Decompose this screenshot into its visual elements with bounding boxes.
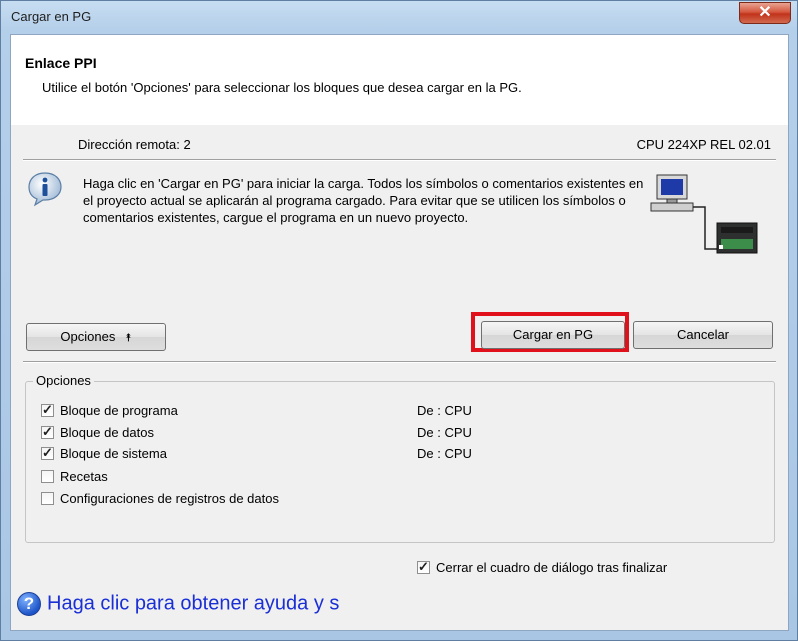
window-title: Cargar en PG [11,9,92,24]
checkmark-icon: ✓ [42,402,53,418]
option-program-block[interactable]: ✓ Bloque de programa [41,402,178,420]
checkbox[interactable] [41,470,54,484]
options-button[interactable]: Opciones ⯭ [26,323,166,351]
close-after-finish-option[interactable]: ✓ Cerrar el cuadro de diálogo tras finali… [417,559,667,575]
option-recipes[interactable]: Recetas [41,468,108,486]
checkbox[interactable]: ✓ [417,559,430,575]
option-source: De : CPU [417,425,472,440]
checkmark-icon: ✓ [42,424,53,440]
checkbox[interactable]: ✓ [41,402,54,418]
checkbox[interactable] [41,492,54,506]
checkmark-icon: ✓ [418,559,429,575]
header-band: Enlace PPI Utilice el botón 'Opciones' p… [11,35,788,125]
help-link[interactable]: ? Haga clic para obtener ayuda y s [17,592,339,616]
dialog-client: Enlace PPI Utilice el botón 'Opciones' p… [10,34,789,631]
pc-plc-network-icon [650,174,758,254]
header-title: Enlace PPI [25,55,97,71]
option-system-block[interactable]: ✓ Bloque de sistema [41,445,167,463]
remote-address: Dirección remota: 2 [78,137,191,152]
close-button[interactable]: ✕ [739,2,791,24]
cpu-version: CPU 224XP REL 02.01 [636,137,771,152]
title-bar[interactable]: Cargar en PG ✕ [1,1,797,31]
close-icon: ✕ [758,4,772,21]
header-subtitle: Utilice el botón 'Opciones' para selecci… [42,80,522,95]
upload-to-pg-button[interactable]: Cargar en PG [481,321,625,349]
option-source: De : CPU [417,446,472,461]
options-group-label: Opciones [33,373,94,388]
cancel-button[interactable]: Cancelar [633,321,773,349]
option-label: Recetas [60,469,108,485]
chevron-up-icon: ⯭ [124,332,132,344]
option-source: De : CPU [417,403,472,418]
dialog-window: Cargar en PG ✕ Enlace PPI Utilice el bot… [0,0,798,641]
help-link-text: Haga clic para obtener ayuda y s [47,592,340,615]
info-icon [28,172,62,207]
checkbox[interactable]: ✓ [41,424,54,440]
help-icon: ? [17,592,41,616]
option-data-logs[interactable]: Configuraciones de registros de datos [41,490,279,508]
option-data-block[interactable]: ✓ Bloque de datos [41,424,154,442]
info-message: Haga clic en 'Cargar en PG' para iniciar… [83,176,644,225]
option-label: Configuraciones de registros de datos [60,491,279,507]
options-button-label: Opciones [60,329,116,344]
checkbox[interactable]: ✓ [41,445,54,461]
divider [23,361,776,363]
option-label: Bloque de programa [60,403,178,419]
option-label: Bloque de datos [60,425,154,441]
checkmark-icon: ✓ [42,445,53,461]
close-after-finish-label: Cerrar el cuadro de diálogo tras finaliz… [436,560,668,576]
option-label: Bloque de sistema [60,446,167,462]
divider [23,159,776,161]
